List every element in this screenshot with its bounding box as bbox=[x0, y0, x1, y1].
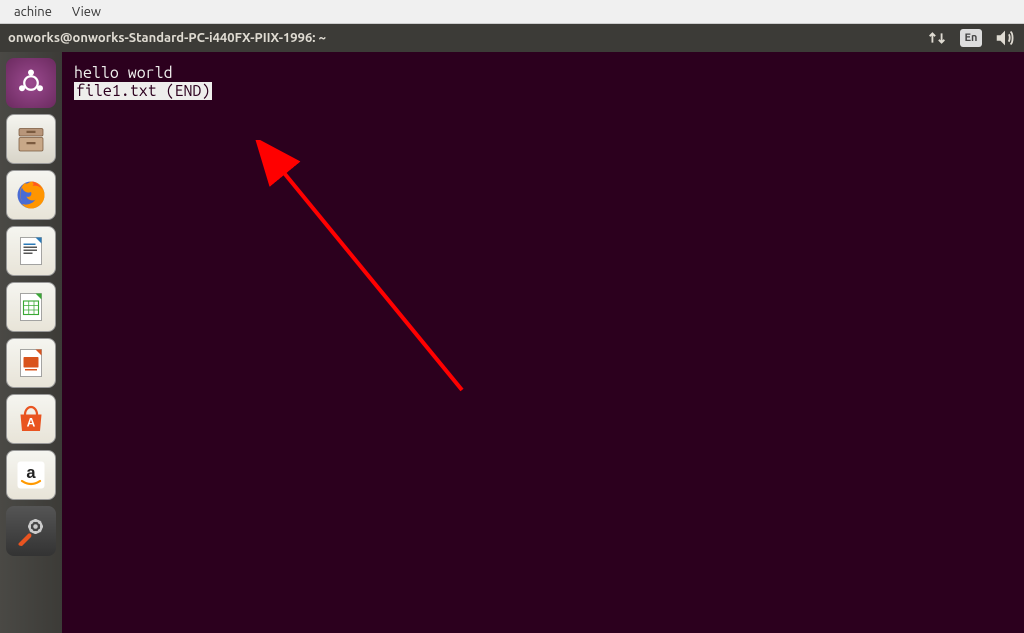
terminal-output-line: hello world bbox=[74, 64, 1012, 82]
annotation-arrow bbox=[252, 140, 492, 420]
svg-text:A: A bbox=[27, 416, 36, 430]
unity-launcher: A a bbox=[0, 52, 62, 633]
launcher-libreoffice-impress[interactable] bbox=[6, 338, 56, 388]
terminal-pane[interactable]: hello world file1.txt (END) bbox=[62, 52, 1024, 633]
menubar-item-machine[interactable]: achine bbox=[4, 3, 62, 21]
impress-icon bbox=[13, 345, 49, 381]
amazon-icon: a bbox=[13, 457, 49, 493]
launcher-amazon[interactable]: a bbox=[6, 450, 56, 500]
writer-icon bbox=[13, 233, 49, 269]
menubar-item-view[interactable]: View bbox=[62, 3, 111, 21]
system-tray: En bbox=[926, 29, 1016, 47]
file-drawer-icon bbox=[13, 121, 49, 157]
window-titlebar: onworks@onworks-Standard-PC-i440FX-PIIX-… bbox=[0, 24, 1024, 52]
shopping-bag-icon: A bbox=[13, 401, 49, 437]
keyboard-lang-indicator[interactable]: En bbox=[960, 29, 982, 47]
launcher-files[interactable] bbox=[6, 114, 56, 164]
desktop-area: A a hello world file1.txt (END) bbox=[0, 52, 1024, 633]
vm-menubar: achine View bbox=[0, 0, 1024, 24]
launcher-firefox[interactable] bbox=[6, 170, 56, 220]
launcher-ubuntu-dash[interactable] bbox=[6, 58, 56, 108]
firefox-icon bbox=[13, 177, 49, 213]
window-title: onworks@onworks-Standard-PC-i440FX-PIIX-… bbox=[8, 31, 926, 45]
network-icon[interactable] bbox=[926, 29, 948, 47]
launcher-libreoffice-writer[interactable] bbox=[6, 226, 56, 276]
launcher-system-settings[interactable] bbox=[6, 506, 56, 556]
volume-icon[interactable] bbox=[994, 29, 1016, 47]
launcher-libreoffice-calc[interactable] bbox=[6, 282, 56, 332]
ubuntu-logo-icon bbox=[13, 65, 49, 101]
less-status-line: file1.txt (END) bbox=[74, 82, 212, 100]
launcher-ubuntu-software[interactable]: A bbox=[6, 394, 56, 444]
calc-icon bbox=[13, 289, 49, 325]
svg-text:a: a bbox=[26, 464, 36, 482]
wrench-gear-icon bbox=[13, 513, 49, 549]
